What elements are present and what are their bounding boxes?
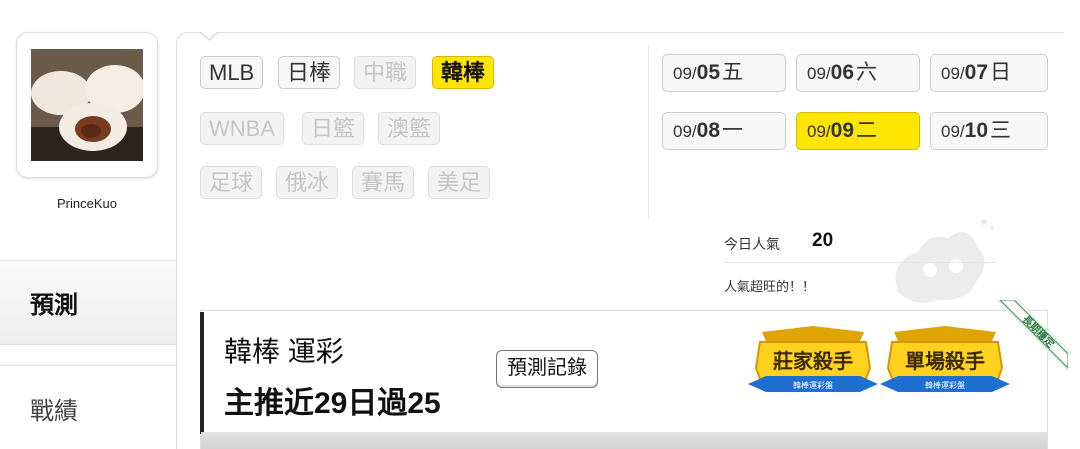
card-footer-bar <box>201 432 1047 449</box>
date-month: 09/ <box>673 64 697 83</box>
date-weekday: 三 <box>990 119 1011 142</box>
card-title: 韓棒 運彩 <box>224 336 344 367</box>
date-month: 09/ <box>807 122 831 141</box>
date-weekday: 五 <box>722 61 743 84</box>
date-0910[interactable]: 09/10三 <box>930 112 1048 150</box>
divider <box>648 46 649 218</box>
popularity-value: 20 <box>812 230 834 251</box>
date-month: 09/ <box>807 64 831 83</box>
league-tag-jpn-baseball[interactable]: 日棒 <box>278 56 341 89</box>
date-month: 09/ <box>941 64 965 83</box>
username: PrinceKuo <box>57 196 117 211</box>
date-day: 05 <box>696 61 720 84</box>
popularity-label: 今日人氣 <box>724 236 780 252</box>
mascot-watermark <box>895 219 994 303</box>
ribbon-text: 長期穩定 <box>1020 313 1057 350</box>
popularity-note: 人氣超旺的！！ <box>724 279 816 294</box>
badge-title: 單場殺手 <box>905 349 985 373</box>
prediction-history-button[interactable]: 預測記錄 <box>496 350 598 388</box>
page: PrinceKuo 預測 戰績 MLB 日棒 中職 韓棒 WNBA 日籃 澳籃 … <box>0 0 1080 449</box>
date-day: 10 <box>964 119 988 142</box>
league-tag-soccer[interactable]: 足球 <box>200 166 263 199</box>
date-weekday: 一 <box>722 119 743 142</box>
date-day: 06 <box>830 61 854 84</box>
league-tag-jpn-basketball[interactable]: 日籃 <box>302 112 365 145</box>
league-tag-mlb[interactable]: MLB <box>200 56 264 89</box>
card-record-summary: 主推近29日過25 <box>224 387 441 420</box>
league-tag-wnba[interactable]: WNBA <box>200 112 284 145</box>
avatar <box>31 49 143 161</box>
popularity-divider <box>724 262 996 263</box>
badge-sub: 韓棒運彩盤 <box>925 380 965 390</box>
date-0906[interactable]: 09/06六 <box>796 54 920 92</box>
banker-killer-badge[interactable]: 莊家殺手 韓棒運彩盤 <box>748 326 878 400</box>
date-month: 09/ <box>941 122 965 141</box>
date-weekday: 二 <box>856 119 877 142</box>
nav-item-predict[interactable]: 預測 <box>0 260 176 345</box>
league-tag-horse-racing[interactable]: 賽馬 <box>352 166 415 199</box>
panel-notch <box>200 31 218 41</box>
date-0907[interactable]: 09/07日 <box>930 54 1048 92</box>
badge-sub: 韓棒運彩盤 <box>793 380 833 390</box>
nav-item-record[interactable]: 戰績 <box>0 365 176 449</box>
badge-title: 莊家殺手 <box>773 349 853 373</box>
date-weekday: 日 <box>990 61 1011 84</box>
date-0905[interactable]: 09/05五 <box>662 54 786 92</box>
league-tag-cpbl[interactable]: 中職 <box>354 56 417 89</box>
card-accent-bar <box>200 312 204 434</box>
league-tag-ice-hockey[interactable]: 俄冰 <box>276 166 339 199</box>
league-tag-american-football[interactable]: 美足 <box>428 166 491 199</box>
long-term-stable-ribbon: 長期穩定 <box>996 300 1068 372</box>
date-day: 07 <box>964 61 988 84</box>
date-weekday: 六 <box>856 61 877 84</box>
avatar-card[interactable] <box>16 32 158 178</box>
league-tag-kbo[interactable]: 韓棒 <box>432 56 495 89</box>
date-month: 09/ <box>673 122 697 141</box>
date-day: 09 <box>830 119 854 142</box>
date-0909[interactable]: 09/09二 <box>796 112 920 150</box>
date-day: 08 <box>696 119 720 142</box>
league-tag-aus-basketball[interactable]: 澳籃 <box>378 112 441 145</box>
date-0908[interactable]: 09/08一 <box>662 112 786 150</box>
